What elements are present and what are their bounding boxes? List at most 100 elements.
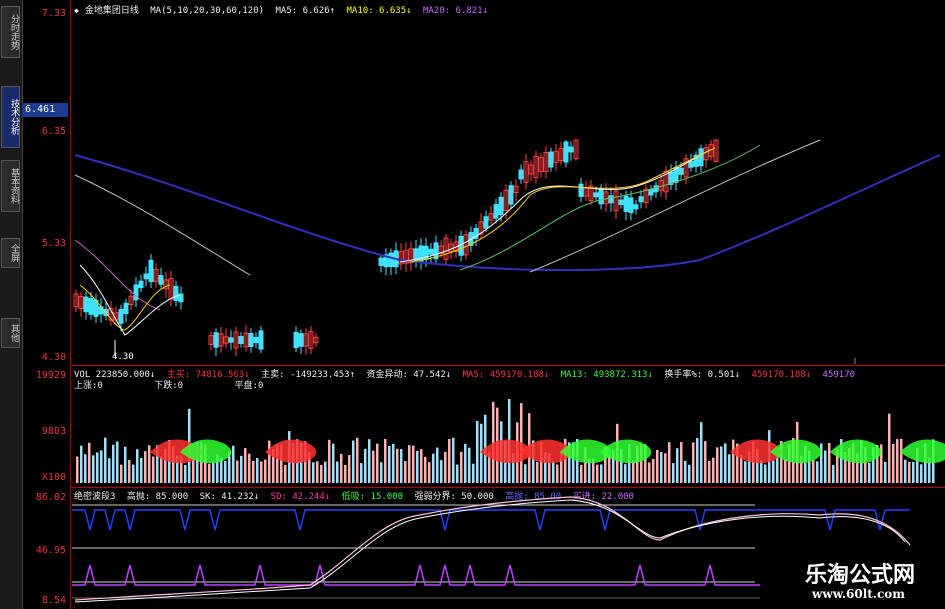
volume-bar	[784, 459, 787, 483]
volume-bar	[344, 464, 347, 483]
volume-bar	[224, 460, 227, 483]
volume-bar	[772, 460, 775, 483]
volume-bar	[144, 451, 147, 483]
volume-bar	[912, 461, 915, 483]
volume-bar	[656, 449, 659, 483]
volume-bar	[424, 456, 427, 483]
volume-bar	[732, 439, 735, 483]
volume-bar	[160, 455, 163, 483]
candle-body	[293, 331, 299, 349]
candle-body	[493, 204, 499, 219]
volume-bar	[112, 444, 115, 483]
candle-body	[173, 285, 179, 301]
volume-bar	[648, 462, 651, 483]
volume-bar	[392, 443, 395, 483]
volume-bar	[892, 444, 895, 483]
volume-bar	[824, 450, 827, 483]
volume-bar	[556, 464, 559, 483]
volume-bar	[120, 464, 123, 483]
volume-bar	[720, 446, 723, 483]
volume-bar	[920, 464, 923, 483]
volume-bar	[264, 459, 267, 483]
volume-bar	[116, 441, 119, 483]
volume-bar	[124, 446, 127, 483]
volume-bar	[708, 460, 711, 483]
volume-bar	[608, 454, 611, 483]
volume-bar	[324, 461, 327, 483]
volume-bar	[244, 448, 247, 483]
volume-bar	[696, 438, 699, 483]
chart-canvas[interactable]	[0, 0, 945, 609]
volume-bar	[148, 445, 151, 483]
candle-body	[518, 169, 524, 180]
volume-bar	[812, 459, 815, 483]
volume-bar	[152, 456, 155, 483]
volume-bar	[388, 446, 391, 483]
candle-body	[638, 196, 644, 203]
volume-bar	[372, 450, 375, 483]
volume-bar	[252, 460, 255, 483]
volume-bar	[412, 445, 415, 483]
candle-body	[508, 185, 514, 205]
volume-bar	[76, 456, 79, 483]
volume-bar	[904, 459, 907, 483]
volume-bar	[184, 464, 187, 483]
volume-bar	[140, 457, 143, 483]
candle-body	[563, 141, 569, 163]
volume-bar	[536, 462, 539, 483]
volume-bar	[432, 453, 435, 483]
volume-bar	[332, 443, 335, 483]
candle-body	[428, 248, 434, 255]
volume-bar	[632, 460, 635, 483]
candle-body	[83, 296, 89, 313]
candle-body	[158, 275, 164, 285]
volume-bar	[580, 464, 583, 483]
candle-body	[298, 333, 304, 347]
volume-bar	[764, 464, 767, 483]
volume-bar	[692, 442, 695, 483]
volume-bar	[284, 464, 287, 483]
candle-body	[618, 199, 624, 205]
volume-bar	[320, 464, 323, 483]
volume-bar	[400, 449, 403, 483]
volume-bar	[684, 460, 687, 483]
volume-bar	[208, 463, 211, 483]
volume-bar	[816, 461, 819, 483]
volume-bar	[316, 461, 319, 483]
candle-body	[498, 196, 504, 215]
volume-bar	[884, 461, 887, 483]
volume-bar	[384, 438, 387, 483]
volume-bar	[700, 422, 703, 483]
volume-bar	[728, 454, 731, 483]
volume-bar	[328, 439, 331, 483]
candle-body	[653, 185, 659, 193]
candle-body	[238, 335, 244, 345]
high-sell-signal	[72, 509, 910, 531]
volume-bar	[356, 437, 359, 483]
volume-bar	[88, 442, 91, 483]
volume-bar	[416, 450, 419, 483]
volume-bar	[672, 463, 675, 483]
volume-bar	[776, 456, 779, 483]
volume-bar	[828, 442, 831, 483]
candle-body	[248, 333, 254, 347]
volume-bar	[552, 461, 555, 483]
candle-body	[623, 195, 629, 212]
volume-bar	[868, 462, 871, 483]
volume-bar	[448, 438, 451, 483]
money-flow-blob	[900, 439, 945, 464]
volume-bar	[128, 459, 131, 483]
volume-bar	[352, 440, 355, 483]
volume-bar	[688, 464, 691, 483]
watermark: 乐淘公式网 www.60lt.com	[775, 553, 945, 609]
volume-bar	[716, 447, 719, 483]
volume-bar	[712, 457, 715, 483]
volume-bar	[596, 464, 599, 483]
candle-body	[253, 336, 259, 344]
candle-body	[578, 183, 584, 197]
volume-bar	[256, 458, 259, 483]
volume-bar	[652, 458, 655, 483]
volume-bar	[404, 461, 407, 483]
volume-bar	[428, 462, 431, 483]
candle-body	[148, 259, 154, 282]
